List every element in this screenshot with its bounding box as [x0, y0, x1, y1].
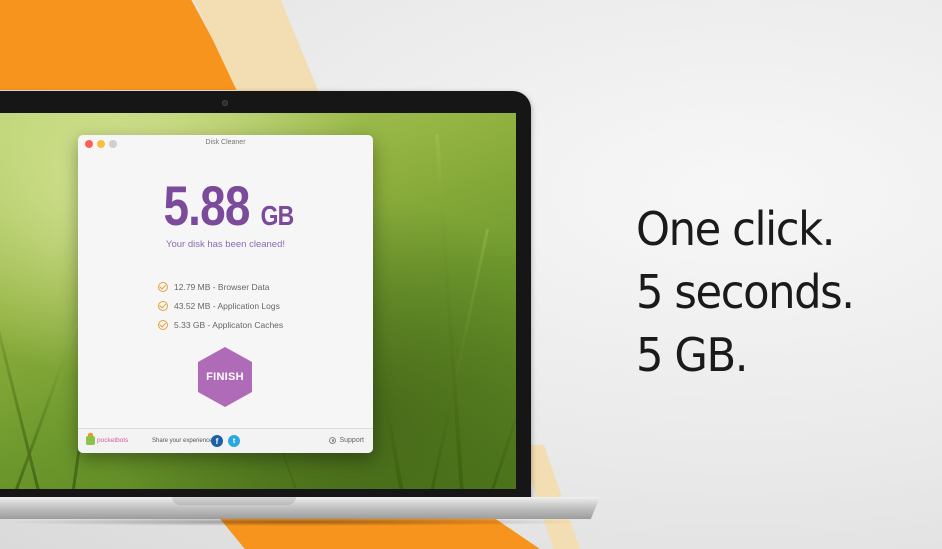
tagline-line-2: 5 seconds. — [636, 265, 855, 319]
cleaned-size: 5.88 GB — [78, 173, 373, 238]
check-circle-icon — [158, 300, 168, 311]
facebook-icon[interactable]: f — [211, 435, 223, 447]
list-item-label: 5.33 GB - Applicaton Caches — [174, 319, 284, 330]
check-circle-icon — [158, 281, 168, 292]
list-item: 43.52 MB - Application Logs — [158, 296, 283, 315]
window-titlebar: Disk Cleaner — [78, 135, 373, 153]
support-label: Support — [339, 437, 364, 444]
laptop-camera — [222, 100, 228, 106]
logo-text: pocketbots — [97, 437, 129, 444]
laptop-base-notch — [172, 497, 296, 505]
pocketbots-logo-icon — [86, 433, 95, 445]
cleaned-size-amount: 5.88 — [163, 174, 251, 237]
list-item: 5.33 GB - Applicaton Caches — [158, 315, 283, 334]
pocketbots-logo: pocketbots — [86, 433, 129, 445]
list-item-label: 12.79 MB - Browser Data — [174, 281, 270, 292]
list-item-label: 43.52 MB - Application Logs — [174, 300, 280, 311]
lifebuoy-icon — [329, 437, 337, 444]
twitter-icon[interactable]: t — [228, 435, 240, 447]
support-link[interactable]: Support — [329, 437, 364, 444]
finish-button[interactable]: FINISH — [198, 347, 252, 407]
status-message: Your disk has been cleaned! — [165, 239, 285, 250]
share-label: Share your experience — [152, 438, 213, 444]
tagline-line-1: One click. — [636, 202, 835, 256]
cleaned-items-list: 12.79 MB - Browser Data 43.52 MB - Appli… — [158, 277, 283, 334]
window-title: Disk Cleaner — [205, 139, 246, 146]
window-footer: pocketbots Share your experience f t Sup… — [78, 428, 373, 453]
check-circle-icon — [158, 319, 168, 330]
list-item: 12.79 MB - Browser Data — [158, 277, 283, 296]
tagline-line-3: 5 GB. — [636, 328, 749, 382]
cleaned-size-unit: GB — [260, 200, 294, 231]
laptop-base — [0, 497, 600, 519]
laptop-shadow — [0, 518, 590, 526]
marketing-tagline: One click. 5 seconds. 5 GB. — [636, 198, 868, 387]
disk-cleaner-window: Disk Cleaner 5.88 GB Your disk has been … — [78, 135, 373, 453]
